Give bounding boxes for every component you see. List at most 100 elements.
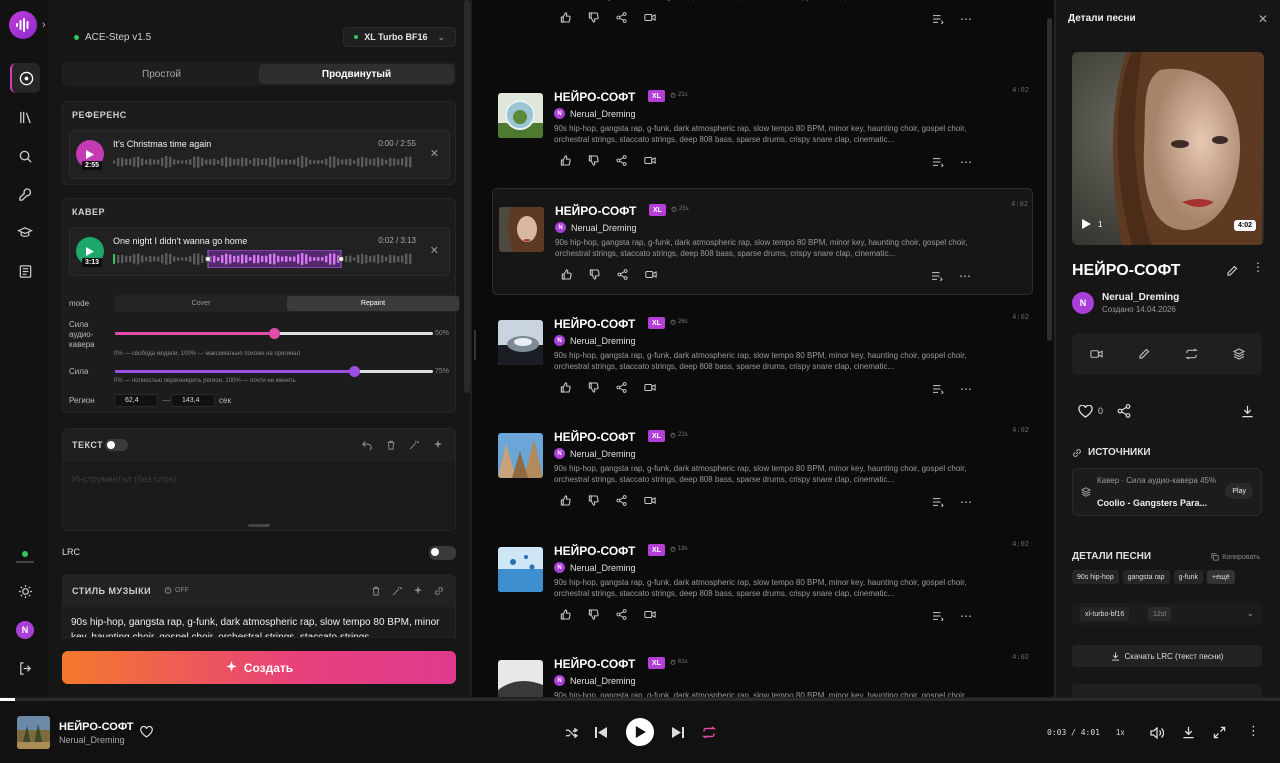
tab-advanced[interactable]: Продвинутый bbox=[259, 64, 454, 84]
playback-speed-button[interactable]: 1x bbox=[1116, 728, 1124, 737]
song-author[interactable]: N Nerual_Dreming Создано 14.04.2026 bbox=[1072, 292, 1179, 314]
style-off-badge[interactable]: OFF bbox=[164, 586, 189, 594]
play-button[interactable] bbox=[626, 718, 654, 746]
model-details-dropdown[interactable]: xl-turbo-bf16 12st ⌄ bbox=[1072, 603, 1262, 625]
rail-learn-button[interactable] bbox=[10, 217, 40, 247]
share-icon[interactable] bbox=[616, 155, 644, 166]
video-icon[interactable] bbox=[644, 12, 672, 23]
thumbs-up-icon[interactable] bbox=[560, 12, 588, 23]
more-horizontal-icon[interactable]: ⋯ bbox=[959, 269, 987, 283]
strength-knob[interactable] bbox=[269, 328, 280, 339]
song-author[interactable]: N Nerual_Dreming bbox=[554, 448, 636, 459]
thumbs-down-icon[interactable] bbox=[588, 609, 616, 620]
share-icon[interactable] bbox=[616, 609, 644, 620]
song-title[interactable]: НЕЙРО-СОФТ bbox=[554, 430, 635, 444]
share-icon[interactable] bbox=[617, 269, 645, 280]
panel-resize-handle[interactable] bbox=[474, 330, 476, 360]
more-horizontal-icon[interactable]: ⋯ bbox=[960, 382, 988, 396]
thumbs-down-icon[interactable] bbox=[588, 155, 616, 166]
lyrics-toggle[interactable] bbox=[105, 439, 128, 451]
thumbs-down-icon[interactable] bbox=[589, 269, 617, 280]
player-thumbnail[interactable] bbox=[17, 716, 50, 749]
song-row[interactable]: НЕЙРО-СОФТ XL 26s 4:02 N Nerual_Dreming 90s hi… bbox=[492, 302, 1033, 409]
theme-toggle-button[interactable] bbox=[10, 576, 40, 606]
rail-library-button[interactable] bbox=[10, 102, 40, 132]
region-end-input[interactable]: 143,4 bbox=[171, 394, 215, 407]
add-to-queue-icon[interactable] bbox=[931, 269, 959, 283]
song-title[interactable]: НЕЙРО-СОФТ bbox=[554, 544, 635, 558]
cover-waveform[interactable] bbox=[113, 250, 413, 268]
thumbs-up-icon[interactable] bbox=[560, 609, 588, 620]
cover-play-button[interactable]: 1 bbox=[1082, 219, 1102, 229]
model-select[interactable]: XL Turbo BF16 ⌄ bbox=[343, 27, 456, 47]
more-horizontal-icon[interactable]: ⋯ bbox=[960, 609, 988, 623]
user-avatar[interactable]: N bbox=[16, 621, 34, 639]
mode-option-repaint[interactable]: Repaint bbox=[287, 296, 459, 311]
more-tags-button[interactable]: +ещё bbox=[1207, 570, 1235, 584]
more-vertical-icon[interactable]: ⋮ bbox=[1247, 723, 1260, 739]
song-title[interactable]: НЕЙРО-СОФТ bbox=[554, 657, 635, 671]
logout-button[interactable] bbox=[10, 653, 40, 683]
next-icon[interactable] bbox=[671, 726, 685, 739]
trash-icon[interactable] bbox=[371, 586, 381, 596]
thumbs-down-icon[interactable] bbox=[588, 382, 616, 393]
video-icon[interactable] bbox=[644, 155, 672, 166]
edit-pencil-icon[interactable] bbox=[1138, 348, 1150, 360]
cover-art[interactable]: 1 4:02 bbox=[1072, 52, 1264, 245]
song-author[interactable]: N Nerual_Dreming bbox=[554, 675, 636, 686]
share-icon[interactable] bbox=[616, 12, 644, 23]
edit-pencil-icon[interactable] bbox=[1226, 265, 1238, 277]
undo-icon[interactable] bbox=[362, 440, 372, 450]
tag-chip[interactable]: gangsta rap bbox=[1122, 570, 1170, 584]
song-title[interactable]: НЕЙРО-СОФТ bbox=[555, 204, 636, 218]
thumbs-up-icon[interactable] bbox=[561, 269, 589, 280]
tab-simple[interactable]: Простой bbox=[64, 64, 259, 84]
region-handle[interactable] bbox=[205, 256, 211, 262]
song-row[interactable]: 90s hip-hop, gangsta rap, g-funk, dark a… bbox=[492, 0, 1033, 39]
create-button[interactable]: Создать bbox=[62, 651, 456, 684]
add-to-queue-icon[interactable] bbox=[932, 12, 960, 26]
previous-icon[interactable] bbox=[594, 726, 608, 739]
more-horizontal-icon[interactable]: ⋯ bbox=[960, 155, 988, 169]
add-to-queue-icon[interactable] bbox=[932, 382, 960, 396]
magic-wand-icon[interactable] bbox=[409, 440, 419, 450]
share-icon[interactable] bbox=[616, 382, 644, 393]
download-lrc-button[interactable]: Скачать LRC (текст песни) bbox=[1072, 645, 1262, 667]
song-title[interactable]: НЕЙРО-СОФТ bbox=[554, 90, 635, 104]
style-input[interactable]: 90s hip-hop, gangsta rap, g-funk, dark a… bbox=[71, 615, 441, 637]
lyrics-input[interactable]: Инструментал (без слов) bbox=[72, 474, 176, 484]
lrc-toggle[interactable] bbox=[429, 546, 456, 560]
tag-chip[interactable]: g-funk bbox=[1173, 570, 1204, 584]
share-icon[interactable] bbox=[1117, 404, 1131, 418]
layers-icon[interactable] bbox=[1232, 348, 1245, 360]
video-icon[interactable] bbox=[644, 382, 672, 393]
force-slider[interactable] bbox=[115, 366, 433, 377]
song-thumbnail[interactable] bbox=[498, 320, 543, 365]
song-author[interactable]: N Nerual_Dreming bbox=[555, 222, 637, 233]
rail-create-button[interactable] bbox=[10, 63, 40, 93]
rail-search-button[interactable] bbox=[10, 141, 40, 171]
video-icon[interactable] bbox=[644, 495, 672, 506]
tag-chip[interactable]: 90s hip-hop bbox=[1072, 570, 1119, 584]
region-handle[interactable] bbox=[338, 256, 344, 262]
song-title[interactable]: НЕЙРО-СОФТ bbox=[554, 317, 635, 331]
thumbs-up-icon[interactable] bbox=[560, 382, 588, 393]
rail-docs-button[interactable] bbox=[10, 256, 40, 286]
repeat-icon[interactable] bbox=[1184, 348, 1198, 360]
add-to-queue-icon[interactable] bbox=[932, 609, 960, 623]
song-row[interactable]: НЕЙРО-СОФТ XL 25s 4:02 N Nerual_Dreming 90s hi… bbox=[492, 188, 1033, 295]
more-horizontal-icon[interactable]: ⋯ bbox=[960, 12, 988, 26]
sparkles-icon[interactable] bbox=[413, 586, 423, 596]
copy-button[interactable]: Копировать bbox=[1211, 553, 1260, 561]
more-vertical-icon[interactable]: ⋮ bbox=[1252, 261, 1264, 273]
song-thumbnail[interactable] bbox=[499, 207, 544, 252]
close-icon[interactable]: ✕ bbox=[1258, 12, 1268, 26]
add-to-queue-icon[interactable] bbox=[932, 155, 960, 169]
song-thumbnail[interactable] bbox=[498, 660, 543, 697]
force-knob[interactable] bbox=[348, 366, 360, 377]
region-start-input[interactable]: 62,4 bbox=[114, 394, 158, 407]
expand-rail-chevron-icon[interactable]: › bbox=[42, 19, 46, 31]
app-logo[interactable] bbox=[9, 11, 37, 39]
song-author[interactable]: N Nerual_Dreming bbox=[554, 335, 636, 346]
download-icon[interactable] bbox=[1182, 726, 1195, 739]
